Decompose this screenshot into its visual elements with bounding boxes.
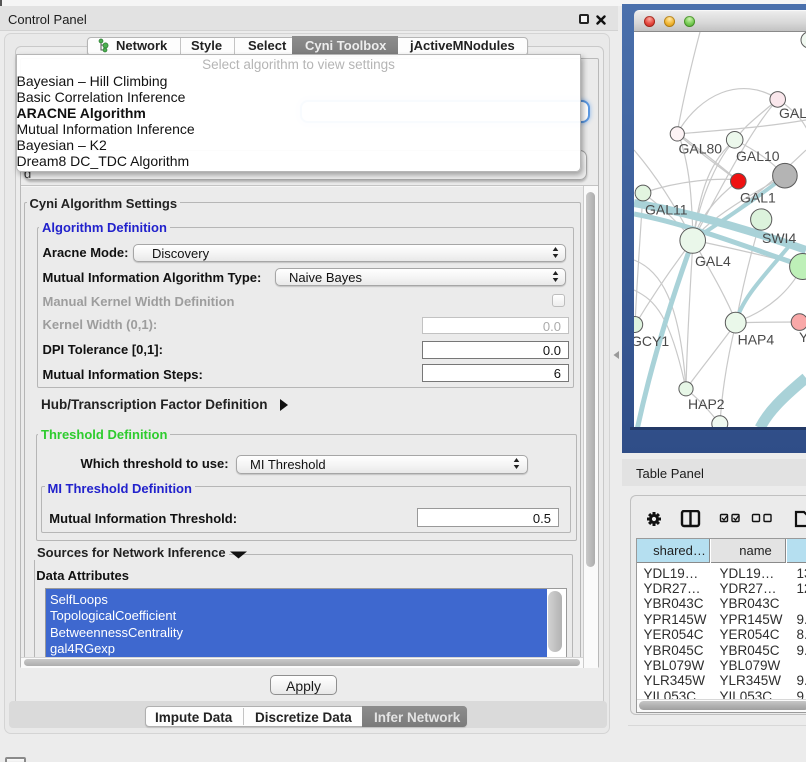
svg-text:GAL80: GAL80 <box>679 141 723 157</box>
svg-text:HAP4: HAP4 <box>738 332 775 348</box>
svg-text:YM: YM <box>799 329 806 345</box>
svg-text:GAL10: GAL10 <box>736 148 780 164</box>
svg-text:GAL2: GAL2 <box>779 105 806 121</box>
svg-text:GAL1: GAL1 <box>740 190 776 206</box>
svg-text:GAL4: GAL4 <box>695 253 731 269</box>
svg-text:GCY1: GCY1 <box>634 333 669 349</box>
svg-text:HAP2: HAP2 <box>688 396 725 412</box>
svg-text:GAL11: GAL11 <box>645 202 688 218</box>
svg-text:SWI4: SWI4 <box>762 230 796 246</box>
